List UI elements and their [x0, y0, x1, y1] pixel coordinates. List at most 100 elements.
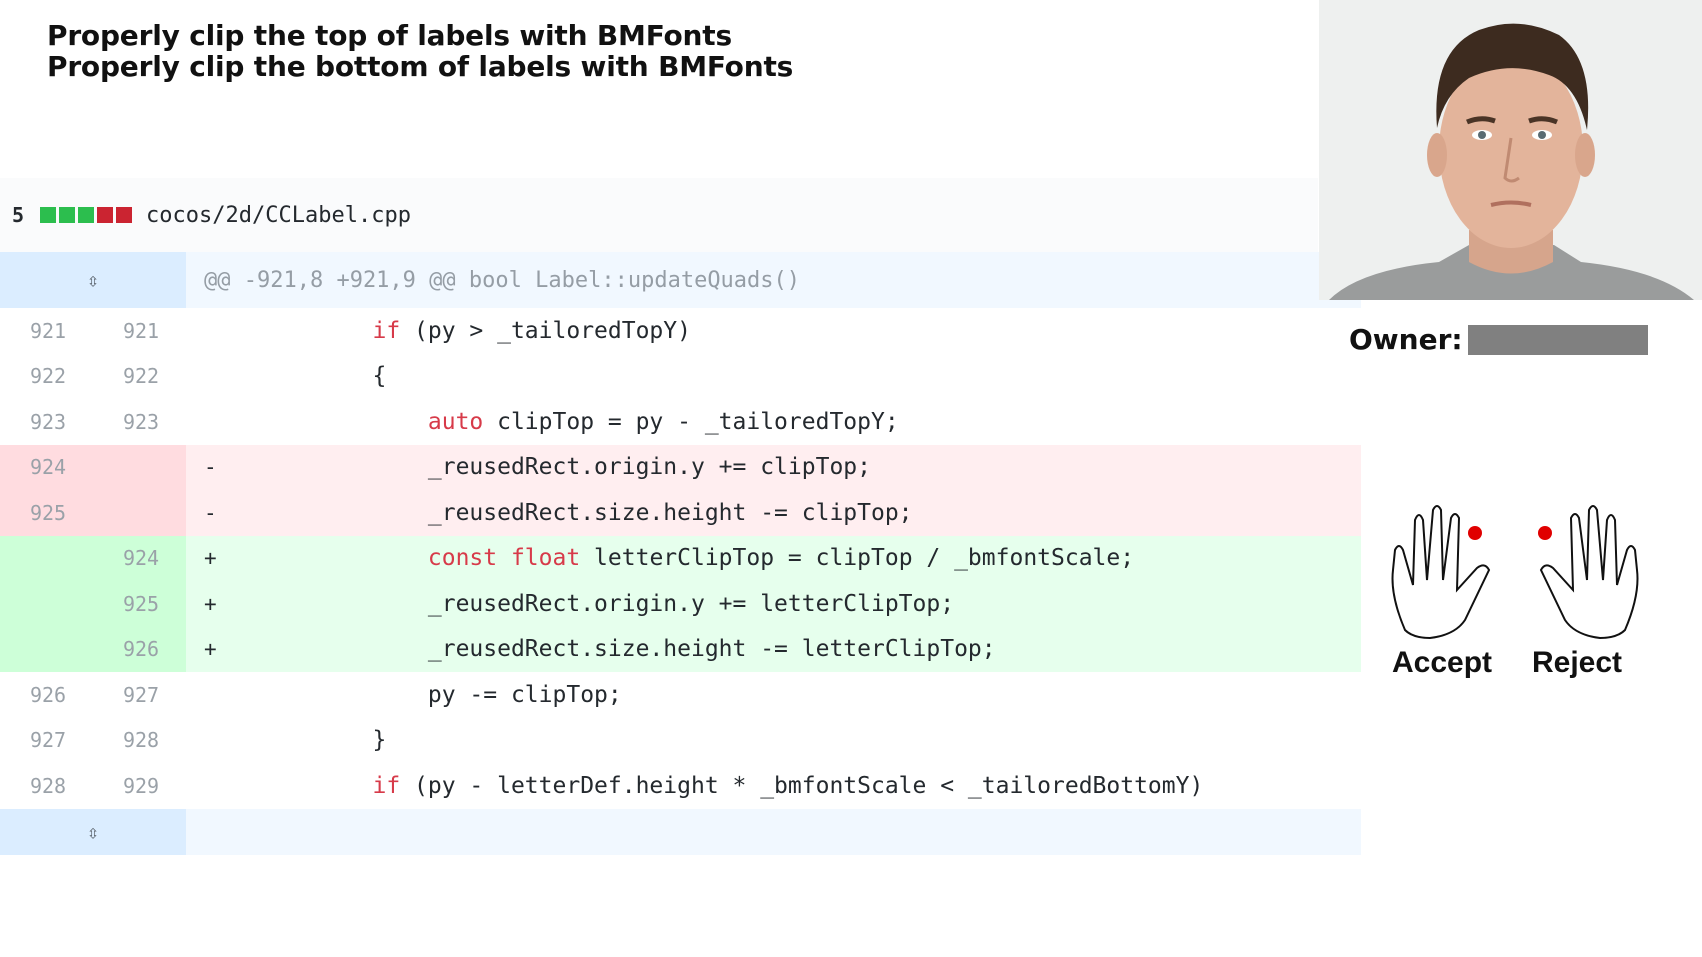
- old-line-number[interactable]: 921: [0, 319, 96, 343]
- code-text: }: [372, 727, 387, 754]
- diff-marker: -: [204, 500, 217, 525]
- line-number-gutter: 921 921: [0, 308, 186, 354]
- old-line-number[interactable]: 925: [0, 501, 96, 525]
- line-number-gutter: 924: [0, 535, 186, 581]
- hunk-footer-row: ⇳: [0, 808, 1361, 855]
- new-line-number[interactable]: 928: [96, 728, 186, 752]
- hunk-header-text: @@ -921,8 +921,9 @@ bool Label::updateQu…: [204, 267, 801, 293]
- old-line-number[interactable]: 926: [0, 683, 96, 707]
- expand-up-button[interactable]: ⇳: [0, 252, 186, 308]
- code-keyword: if: [372, 317, 401, 344]
- old-line-number[interactable]: 924: [0, 455, 96, 479]
- code-text: _reusedRect.size.height -= letterClipTop…: [427, 636, 996, 663]
- change-count: 5: [12, 203, 25, 227]
- commit-title-1: Properly clip the top of labels with BMF…: [47, 19, 732, 52]
- code-line: }: [234, 727, 386, 753]
- diffstat-add-square: [78, 207, 95, 223]
- owner-redacted-bar: [1468, 325, 1648, 355]
- diff-line-removed: 925 - _reusedRect.size.height -= clipTop;: [0, 490, 1361, 536]
- new-line-number[interactable]: 923: [96, 410, 186, 434]
- old-line-number[interactable]: 923: [0, 410, 96, 434]
- line-number-gutter: 924: [0, 444, 186, 490]
- code-keyword: if: [372, 772, 401, 799]
- old-line-number[interactable]: 928: [0, 774, 96, 798]
- left-hand-icon[interactable]: [1391, 505, 1491, 640]
- new-line-number[interactable]: 921: [96, 319, 186, 343]
- accept-marker-dot: [1468, 526, 1482, 540]
- code-line: if (py > _tailoredTopY): [234, 318, 691, 344]
- new-line-number[interactable]: 922: [96, 364, 186, 388]
- code-text: _reusedRect.size.height -= clipTop;: [427, 499, 913, 526]
- expand-down-button[interactable]: ⇳: [0, 808, 186, 855]
- diff-line-added: 925 + _reusedRect.origin.y += letterClipT…: [0, 581, 1361, 627]
- new-line-number[interactable]: 927: [96, 683, 186, 707]
- new-line-number[interactable]: 925: [96, 592, 186, 616]
- line-number-gutter: 922 922: [0, 354, 186, 400]
- title-block: Properly clip the top of labels with BMF…: [47, 20, 793, 82]
- line-number-gutter: 927 928: [0, 718, 186, 764]
- code-text: (py > _tailoredTopY): [400, 317, 691, 344]
- old-line-number[interactable]: 922: [0, 364, 96, 388]
- diffstat-del-square: [97, 207, 114, 223]
- gesture-hands: [1391, 505, 1639, 640]
- code-text: py -= clipTop;: [427, 681, 622, 708]
- file-path-link[interactable]: cocos/2d/CCLabel.cpp: [146, 203, 411, 228]
- diff-line-context: 926 927 py -= clipTop;: [0, 672, 1361, 718]
- code-text: _reusedRect.origin.y += letterClipTop;: [427, 590, 955, 617]
- unfold-icon[interactable]: ⇳: [87, 268, 99, 292]
- diff-marker: +: [204, 546, 217, 571]
- line-number-gutter: 926 927: [0, 672, 186, 718]
- code-line: _reusedRect.size.height -= clipTop;: [234, 500, 913, 526]
- code-text: {: [372, 363, 387, 390]
- diff-line-added: 924 + const float letterClipTop = clipTop…: [0, 535, 1361, 581]
- diff-line-context: 923 923 auto clipTop = py - _tailoredTopY…: [0, 399, 1361, 445]
- diff-line-removed: 924 - _reusedRect.origin.y += clipTop;: [0, 444, 1361, 490]
- new-line-number[interactable]: 926: [96, 637, 186, 661]
- diff-line-context: 922 922 {: [0, 354, 1361, 400]
- diff-line-added: 926 + _reusedRect.size.height -= letterCl…: [0, 626, 1361, 672]
- diff-line-context: 928 929 if (py - letterDef.height * _bmfo…: [0, 763, 1361, 809]
- file-header: 5 cocos/2d/CCLabel.cpp: [0, 178, 1318, 254]
- diff-marker: +: [204, 637, 217, 662]
- diffstat-add-square: [40, 207, 57, 223]
- line-number-gutter: 923 923: [0, 399, 186, 445]
- line-number-gutter: 926: [0, 626, 186, 672]
- code-keyword: auto: [427, 408, 484, 435]
- new-line-number[interactable]: 924: [96, 546, 186, 570]
- line-number-gutter: 925: [0, 581, 186, 627]
- code-line: _reusedRect.origin.y += clipTop;: [234, 454, 871, 480]
- code-line: const float letterClipTop = clipTop / _b…: [234, 545, 1134, 571]
- diff-marker: +: [204, 591, 217, 616]
- code-line: _reusedRect.size.height -= letterClipTop…: [234, 636, 996, 662]
- code-line: auto clipTop = py - _tailoredTopY;: [234, 409, 899, 435]
- unfold-icon[interactable]: ⇳: [87, 820, 99, 844]
- new-line-number[interactable]: 929: [96, 774, 186, 798]
- diffstat: [40, 207, 133, 223]
- line-number-gutter: 925: [0, 490, 186, 536]
- code-line: _reusedRect.origin.y += letterClipTop;: [234, 591, 954, 617]
- accept-button[interactable]: Accept: [1392, 646, 1492, 680]
- code-keyword: const float: [427, 545, 581, 572]
- diff-line-context: 921 921 if (py > _tailoredTopY): [0, 308, 1361, 354]
- code-text: letterClipTop = clipTop / _bmfontScale;: [580, 545, 1135, 572]
- code-line: if (py - letterDef.height * _bmfontScale…: [234, 773, 1203, 799]
- code-text: _reusedRect.origin.y += clipTop;: [427, 454, 871, 481]
- diffstat-add-square: [59, 207, 76, 223]
- reject-button[interactable]: Reject: [1532, 646, 1622, 680]
- diff-line-context: 927 928 }: [0, 718, 1361, 764]
- right-hand-icon[interactable]: [1539, 505, 1639, 640]
- owner-label: Owner:: [1349, 323, 1463, 356]
- diff-table: ⇳ @@ -921,8 +921,9 @@ bool Label::update…: [0, 252, 1361, 855]
- old-line-number[interactable]: 927: [0, 728, 96, 752]
- person-portrait: [1319, 0, 1702, 300]
